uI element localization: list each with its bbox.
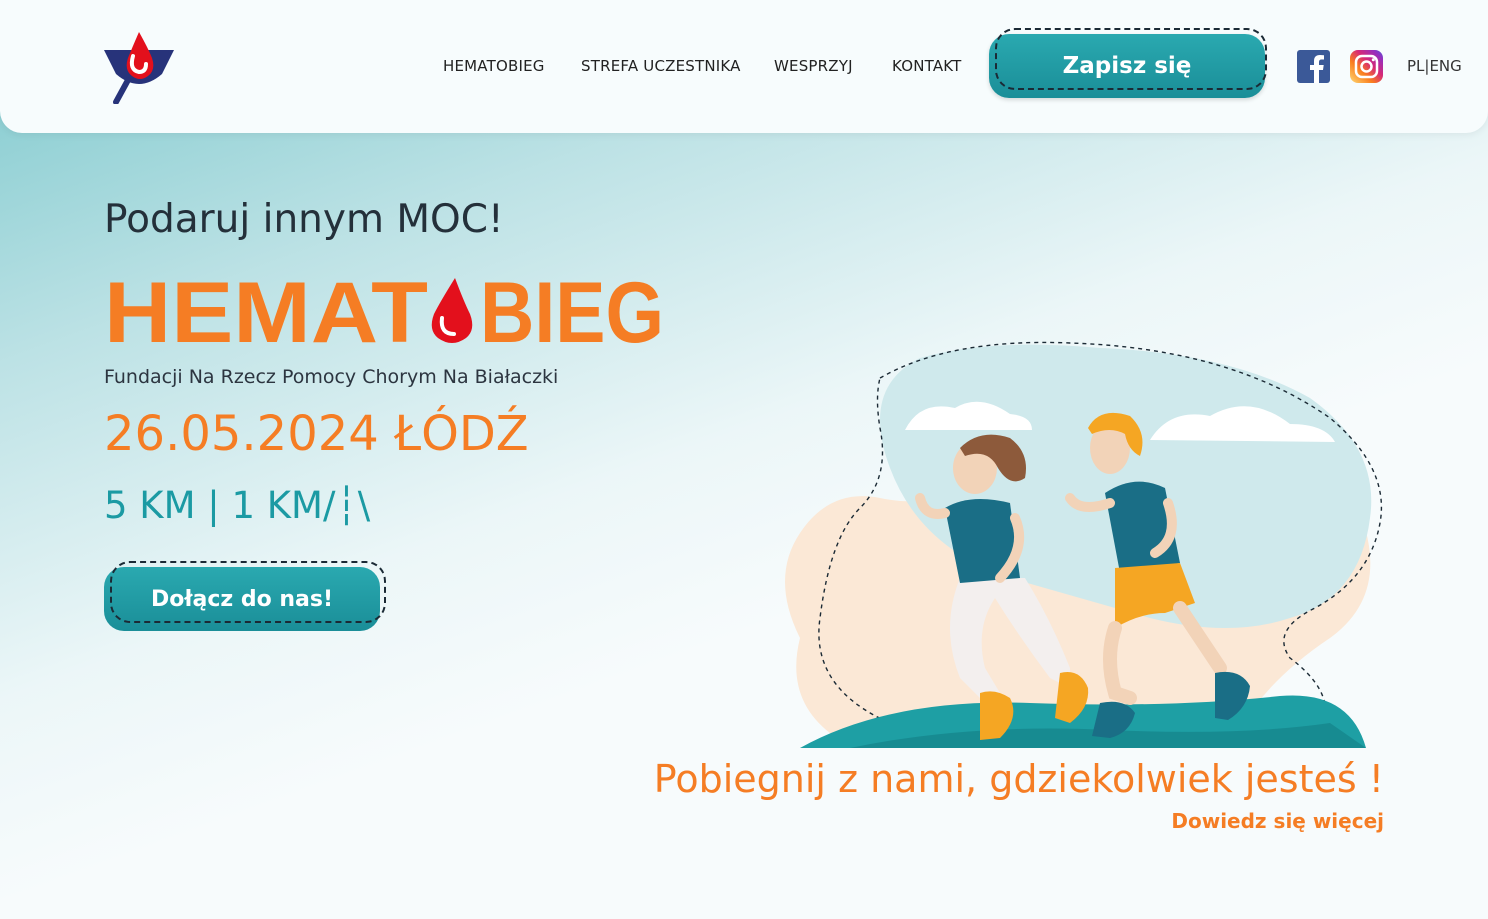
- nav-hematobieg[interactable]: HEMATOBIEG: [443, 57, 545, 75]
- nav-strefa-uczestnika[interactable]: STREFA UCZESTNIKA: [581, 57, 741, 75]
- brand-text-right: BIEG: [480, 265, 664, 354]
- hematobieg-wordmark: HEMAT BIEG: [104, 265, 664, 354]
- site-header: HEMATOBIEG STREFA UCZESTNIKA WESPRZYJ KO…: [0, 0, 1488, 133]
- foundation-logo[interactable]: [102, 30, 176, 104]
- learn-more-link[interactable]: Dowiedz się więcej: [1171, 809, 1384, 833]
- join-button[interactable]: Dołącz do nas!: [104, 567, 380, 631]
- nav-kontakt[interactable]: KONTAKT: [892, 57, 962, 75]
- signup-button-wrapper: Zapisz się: [989, 28, 1271, 100]
- hero-slogan: Podaruj innym MOC!: [104, 197, 504, 242]
- run-with-us-text: Pobiegnij z nami, gdziekolwiek jesteś !: [653, 757, 1384, 801]
- instagram-icon[interactable]: [1350, 50, 1383, 83]
- runners-illustration: [785, 341, 1383, 748]
- blood-drop-icon: [431, 278, 473, 343]
- join-button-wrapper: Dołącz do nas!: [104, 561, 388, 633]
- event-date-location: 26.05.2024 ŁÓDŹ: [104, 406, 529, 462]
- event-distances: 5 KM | 1 KM/┆\: [104, 484, 371, 527]
- language-switcher[interactable]: PL|ENG: [1407, 57, 1462, 75]
- brand-text-left: HEMAT: [104, 265, 428, 354]
- foundation-name: Fundacji Na Rzecz Pomocy Chorym Na Biała…: [104, 366, 559, 388]
- facebook-icon[interactable]: [1297, 50, 1330, 83]
- signup-button[interactable]: Zapisz się: [989, 34, 1265, 98]
- nav-wesprzyj[interactable]: WESPRZYJ: [774, 57, 853, 75]
